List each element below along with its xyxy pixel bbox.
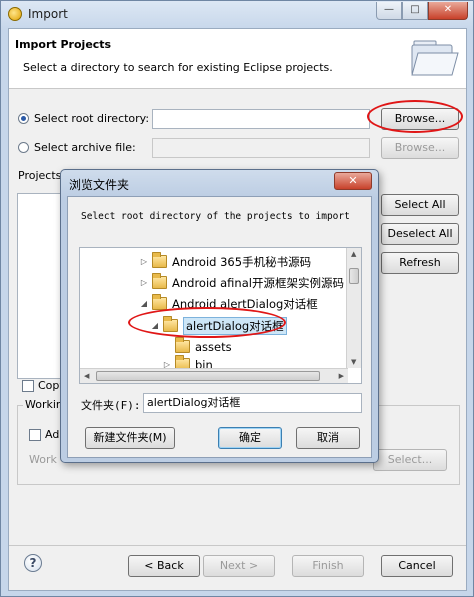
root-directory-radio[interactable] [18,112,29,124]
maximize-button[interactable]: □ [402,2,428,20]
annotation-oval-selected-folder [128,307,286,338]
tree-item-label: Android afinal开源框架实例源码 [172,275,344,290]
title-bar: Import — □ ✕ [1,1,473,27]
dialog-cancel-button[interactable]: 取消 [296,427,360,449]
import-window: Import — □ ✕ Import Projects Select a di… [0,0,474,597]
scroll-left-arrow-icon[interactable]: ◀ [84,372,89,380]
expand-arrow-icon[interactable]: ▷ [139,278,149,287]
browse-archive-button[interactable]: Browse... [381,137,459,159]
copy-projects-checkbox[interactable] [22,380,34,392]
folder-icon [152,273,167,289]
footer-separator [9,545,466,546]
open-folder-icon [411,40,459,76]
page-title: Import Projects [15,38,112,51]
dialog-message: Select root directory of the projects to… [81,211,350,222]
tree-item[interactable]: ▷ Android afinal开源框架实例源码 [139,272,344,293]
dialog-close-button[interactable]: ✕ [334,172,372,190]
new-folder-button[interactable]: 新建文件夹(M) [85,427,175,449]
archive-file-input[interactable] [152,138,370,158]
close-button[interactable]: ✕ [428,2,468,20]
dialog-title: 浏览文件夹 [69,178,130,192]
scroll-down-arrow-icon[interactable]: ▼ [351,358,356,366]
collapse-arrow-icon[interactable]: ◢ [139,299,149,308]
archive-file-radio[interactable] [18,141,29,153]
tree-item[interactable]: ▷ Android 365手机秘书源码 [139,251,311,272]
scroll-right-arrow-icon[interactable]: ▶ [339,372,344,380]
next-button[interactable]: Next > [203,555,275,577]
root-directory-input[interactable] [152,109,370,129]
minimize-button[interactable]: — [376,2,402,20]
tree-item-label: assets [195,339,232,354]
window-title: Import [28,7,68,21]
horizontal-scroll-thumb[interactable] [96,371,320,381]
root-directory-option[interactable]: Select root directory: [18,108,149,128]
page-description: Select a directory to search for existin… [23,61,333,74]
back-button[interactable]: < Back [128,555,200,577]
working-sets-label: Work [29,453,57,466]
scroll-up-arrow-icon[interactable]: ▲ [351,250,356,258]
deselect-all-button[interactable]: Deselect All [381,223,459,245]
finish-button[interactable]: Finish [292,555,364,577]
archive-file-label: Select archive file: [34,140,136,154]
folder-icon [152,252,167,268]
folder-label: 文件夹(F): [81,399,141,412]
projects-label: Projects: [18,169,66,182]
tree-vertical-scrollbar[interactable]: ▲ ▼ [346,248,361,368]
archive-file-option[interactable]: Select archive file: [18,137,136,157]
folder-icon [175,337,190,353]
tree-item-label: Android 365手机秘书源码 [172,254,312,269]
cancel-button[interactable]: Cancel [381,555,453,577]
select-all-button[interactable]: Select All [381,194,459,216]
ok-button[interactable]: 确定 [218,427,282,449]
eclipse-app-icon [8,7,22,21]
help-icon[interactable]: ? [24,554,42,572]
annotation-oval-browse [367,100,463,133]
root-directory-label: Select root directory: [34,111,150,125]
select-working-set-button[interactable]: Select... [373,449,447,471]
vertical-scroll-thumb[interactable] [349,268,359,284]
folder-input[interactable]: alertDialog对话框 [143,393,362,413]
expand-arrow-icon[interactable]: ▷ [139,257,149,266]
tree-horizontal-scrollbar[interactable]: ◀ ▶ [80,368,348,383]
folder-icon [152,294,167,310]
refresh-button[interactable]: Refresh [381,252,459,274]
add-working-set-checkbox[interactable] [29,429,41,441]
wizard-header: Import Projects Select a directory to se… [9,29,466,89]
